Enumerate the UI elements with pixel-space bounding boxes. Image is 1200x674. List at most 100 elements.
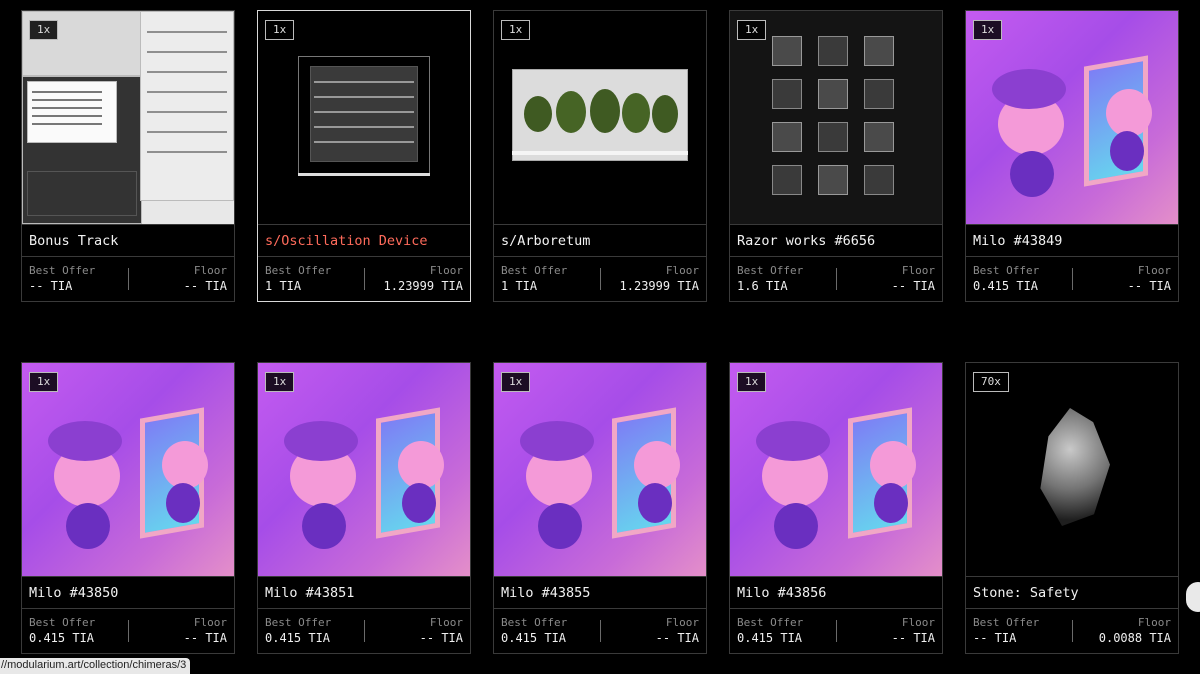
nft-thumbnail-milo bbox=[966, 11, 1178, 224]
floor-label: Floor bbox=[193, 264, 227, 277]
price-stats: Best Offer 0.415 TIA Floor -- TIA bbox=[22, 616, 234, 648]
floor-label: Floor bbox=[1137, 264, 1171, 277]
nft-title[interactable]: Razor works #6656 bbox=[730, 224, 942, 257]
best-offer-label: Best Offer bbox=[29, 616, 96, 629]
nft-card-bonus-track[interactable]: 1x Bonus Track Best Offer -- TIA Floor -- … bbox=[21, 10, 235, 302]
floor-value: -- TIA bbox=[891, 279, 935, 293]
best-offer-label: Best Offer bbox=[265, 616, 332, 629]
best-offer-value: -- TIA bbox=[29, 279, 73, 293]
nft-thumbnail-arboretum bbox=[494, 11, 706, 224]
stats-divider bbox=[364, 268, 365, 290]
best-offer-value: 0.415 TIA bbox=[973, 279, 1039, 293]
floor-label: Floor bbox=[665, 616, 699, 629]
quantity-badge: 1x bbox=[29, 372, 59, 392]
price-stats: Best Offer 1 TIA Floor 1.23999 TIA bbox=[258, 264, 470, 296]
price-stats: Best Offer 0.415 TIA Floor -- TIA bbox=[494, 616, 706, 648]
best-offer-label: Best Offer bbox=[265, 264, 332, 277]
best-offer-value: 1 TIA bbox=[501, 279, 538, 293]
nft-card-milo-43856[interactable]: 1x Milo #43856 Best Offer 0.415 TIA Floor… bbox=[729, 362, 943, 654]
nft-card-milo-43849[interactable]: 1x Milo #43849 Best Offer 0.415 TIA Floor… bbox=[965, 10, 1179, 302]
price-stats: Best Offer -- TIA Floor -- TIA bbox=[22, 264, 234, 296]
nft-title[interactable]: Bonus Track bbox=[22, 224, 234, 257]
quantity-badge: 1x bbox=[265, 20, 295, 40]
quantity-badge: 1x bbox=[501, 20, 531, 40]
stats-divider bbox=[1072, 620, 1073, 642]
floor-label: Floor bbox=[901, 264, 935, 277]
best-offer-value: -- TIA bbox=[973, 631, 1017, 645]
quantity-badge: 70x bbox=[973, 372, 1009, 392]
best-offer-value: 1.6 TIA bbox=[737, 279, 788, 293]
best-offer-label: Best Offer bbox=[737, 264, 804, 277]
nft-title[interactable]: Stone: Safety bbox=[966, 576, 1178, 609]
best-offer-value: 1 TIA bbox=[265, 279, 302, 293]
nft-title[interactable]: Milo #43855 bbox=[494, 576, 706, 609]
price-stats: Best Offer 1 TIA Floor 1.23999 TIA bbox=[494, 264, 706, 296]
price-stats: Best Offer 0.415 TIA Floor -- TIA bbox=[966, 264, 1178, 296]
quantity-badge: 1x bbox=[737, 20, 767, 40]
status-bar-url: //modularium.art/collection/chimeras/3 bbox=[0, 658, 191, 674]
nft-thumbnail-milo bbox=[258, 363, 470, 576]
nft-title[interactable]: s/Arboretum bbox=[494, 224, 706, 257]
nft-card-razor-works[interactable]: 1x Razor works #6656 Best Offer 1.6 TIA F… bbox=[729, 10, 943, 302]
best-offer-label: Best Offer bbox=[501, 616, 568, 629]
best-offer-value: 0.415 TIA bbox=[737, 631, 803, 645]
best-offer-label: Best Offer bbox=[973, 264, 1040, 277]
quantity-badge: 1x bbox=[973, 20, 1003, 40]
nft-card-milo-43855[interactable]: 1x Milo #43855 Best Offer 0.415 TIA Floor… bbox=[493, 362, 707, 654]
floor-value: -- TIA bbox=[891, 631, 935, 645]
nft-title[interactable]: s/Oscillation Device bbox=[258, 224, 470, 257]
best-offer-value: 0.415 TIA bbox=[265, 631, 331, 645]
stats-divider bbox=[600, 620, 601, 642]
best-offer-label: Best Offer bbox=[501, 264, 568, 277]
stats-divider bbox=[128, 268, 129, 290]
best-offer-label: Best Offer bbox=[737, 616, 804, 629]
floor-label: Floor bbox=[901, 616, 935, 629]
floor-value: 1.23999 TIA bbox=[619, 279, 699, 293]
floor-value: -- TIA bbox=[655, 631, 699, 645]
nft-thumbnail-razor-works bbox=[730, 11, 942, 224]
floor-value: -- TIA bbox=[183, 631, 227, 645]
floor-value: 0.0088 TIA bbox=[1098, 631, 1171, 645]
quantity-badge: 1x bbox=[501, 372, 531, 392]
nft-title[interactable]: Milo #43851 bbox=[258, 576, 470, 609]
best-offer-label: Best Offer bbox=[29, 264, 96, 277]
floor-value: -- TIA bbox=[1127, 279, 1171, 293]
nft-title[interactable]: Milo #43856 bbox=[730, 576, 942, 609]
nft-card-stone-safety[interactable]: 70x Stone: Safety Best Offer -- TIA Floor… bbox=[965, 362, 1179, 654]
nft-card-oscillation-device[interactable]: 1x s/Oscillation Device Best Offer 1 TIA … bbox=[257, 10, 471, 302]
quantity-badge: 1x bbox=[29, 20, 59, 40]
nft-thumbnail-screenshot bbox=[22, 11, 234, 224]
floor-value: 1.23999 TIA bbox=[383, 279, 463, 293]
price-stats: Best Offer 0.415 TIA Floor -- TIA bbox=[258, 616, 470, 648]
nft-thumbnail-oscillation bbox=[258, 11, 470, 224]
nft-thumbnail-milo bbox=[730, 363, 942, 576]
nft-card-arboretum[interactable]: 1x s/Arboretum Best Offer 1 TIA Floor 1.23… bbox=[493, 10, 707, 302]
floor-label: Floor bbox=[665, 264, 699, 277]
quantity-badge: 1x bbox=[737, 372, 767, 392]
floor-value: -- TIA bbox=[419, 631, 463, 645]
scroll-edge-button[interactable] bbox=[1186, 582, 1200, 612]
floor-value: -- TIA bbox=[183, 279, 227, 293]
stats-divider bbox=[600, 268, 601, 290]
stats-divider bbox=[1072, 268, 1073, 290]
nft-card-milo-43851[interactable]: 1x Milo #43851 Best Offer 0.415 TIA Floor… bbox=[257, 362, 471, 654]
nft-thumbnail-milo bbox=[22, 363, 234, 576]
price-stats: Best Offer 1.6 TIA Floor -- TIA bbox=[730, 264, 942, 296]
nft-thumbnail-milo bbox=[494, 363, 706, 576]
nft-thumbnail-stone bbox=[966, 363, 1178, 576]
quantity-badge: 1x bbox=[265, 372, 295, 392]
floor-label: Floor bbox=[429, 264, 463, 277]
best-offer-value: 0.415 TIA bbox=[501, 631, 567, 645]
stats-divider bbox=[364, 620, 365, 642]
floor-label: Floor bbox=[429, 616, 463, 629]
nft-title[interactable]: Milo #43849 bbox=[966, 224, 1178, 257]
price-stats: Best Offer 0.415 TIA Floor -- TIA bbox=[730, 616, 942, 648]
best-offer-value: 0.415 TIA bbox=[29, 631, 95, 645]
stats-divider bbox=[836, 620, 837, 642]
floor-label: Floor bbox=[193, 616, 227, 629]
nft-title[interactable]: Milo #43850 bbox=[22, 576, 234, 609]
floor-label: Floor bbox=[1137, 616, 1171, 629]
best-offer-label: Best Offer bbox=[973, 616, 1040, 629]
stats-divider bbox=[128, 620, 129, 642]
nft-card-milo-43850[interactable]: 1x Milo #43850 Best Offer 0.415 TIA Floor… bbox=[21, 362, 235, 654]
